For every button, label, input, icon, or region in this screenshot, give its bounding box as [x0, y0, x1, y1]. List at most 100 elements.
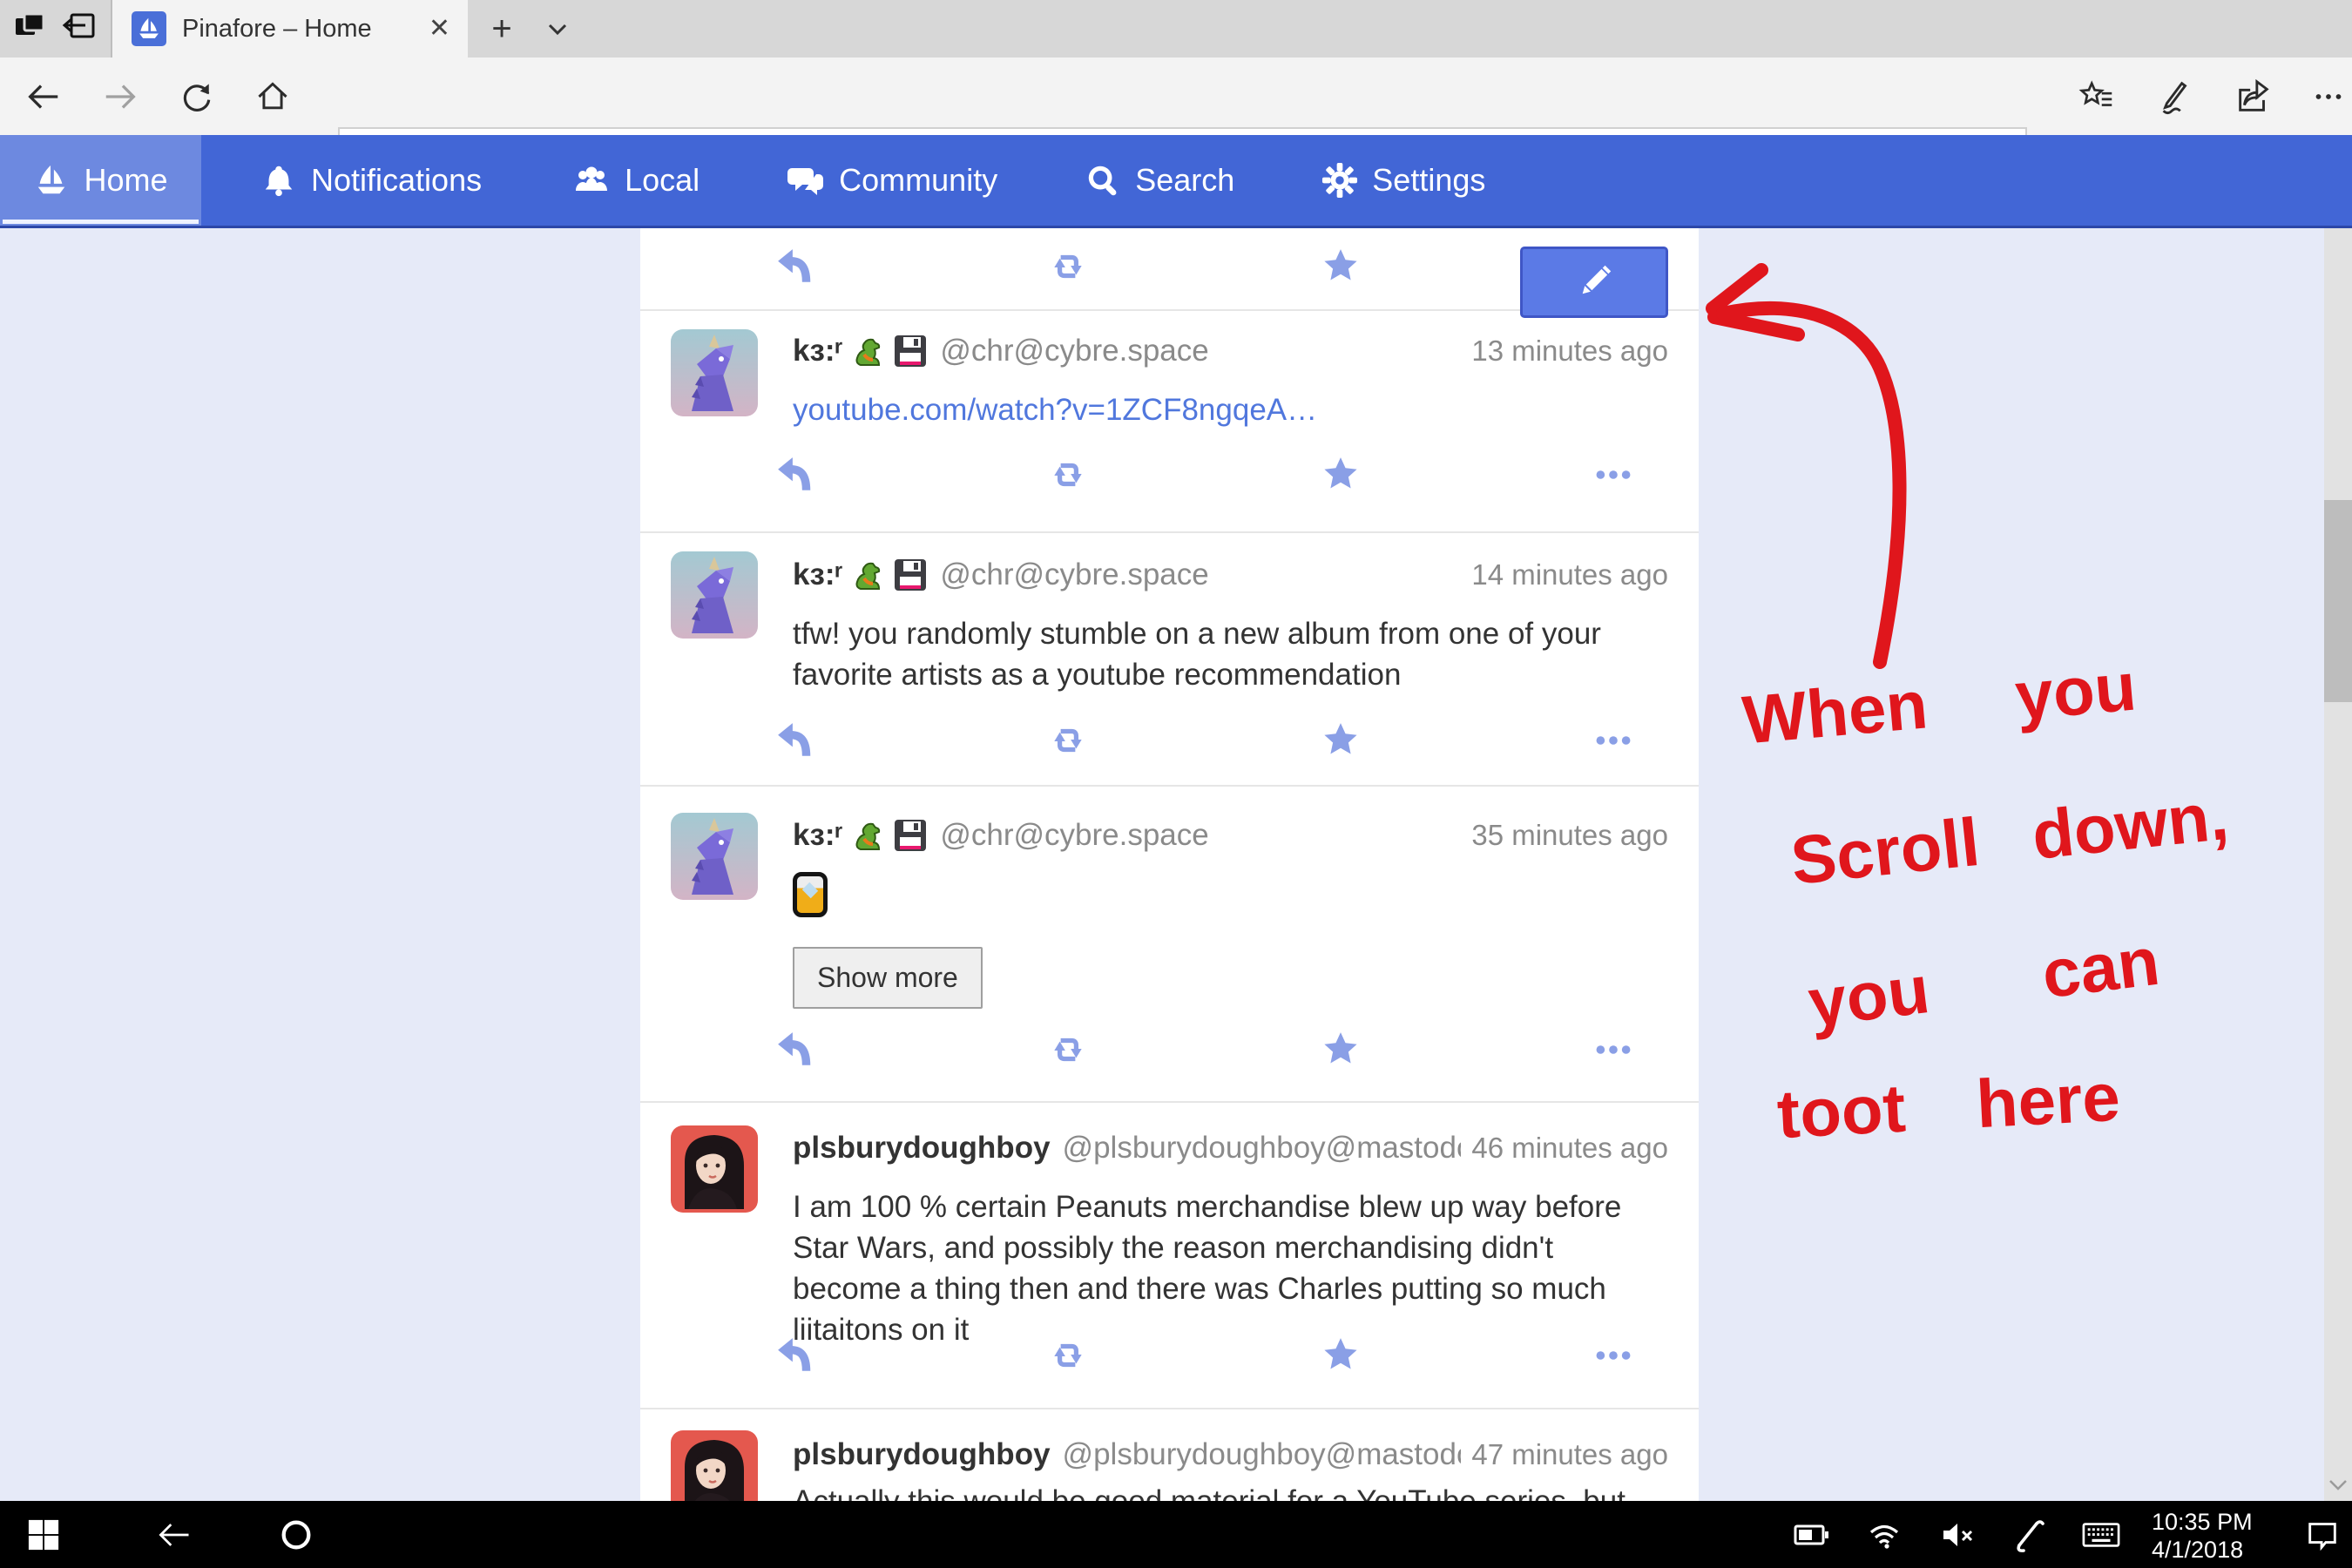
wifi-icon[interactable] [1866, 1516, 1904, 1554]
tab-close-icon[interactable]: ✕ [429, 16, 450, 42]
taskbar-pen-icon[interactable] [2011, 1516, 2049, 1554]
cortana-icon[interactable] [277, 1516, 315, 1554]
avatar[interactable] [671, 813, 758, 900]
pencil-icon [1574, 262, 1614, 302]
timeline-column: kз:ʳ @chr@cybre.space 13 minutes ago you… [640, 228, 1699, 1501]
search-icon [1085, 162, 1121, 199]
touch-keyboard-icon[interactable] [2082, 1516, 2120, 1554]
favorite-star-icon[interactable] [1321, 720, 1361, 760]
back-icon[interactable] [23, 77, 63, 117]
nav-home[interactable]: Home [0, 135, 201, 226]
reply-icon[interactable] [775, 1030, 815, 1070]
more-options-icon[interactable] [1593, 1335, 1633, 1375]
toot: kз:ʳ @chr@cybre.space 13 minutes ago you… [640, 311, 1699, 533]
battery-icon[interactable] [1793, 1516, 1831, 1554]
timestamp[interactable]: 35 minutes ago [1471, 819, 1668, 852]
favorite-star-icon[interactable] [1321, 1030, 1361, 1070]
scrollbar-down-icon[interactable] [2324, 1475, 2352, 1496]
scrollbar[interactable] [2324, 228, 2352, 1501]
browser-tab[interactable]: Pinafore – Home ✕ [112, 0, 468, 57]
nav-local[interactable]: Local [539, 135, 733, 226]
toot-link[interactable]: youtube.com/watch?v=1ZCF8ngqeA… [793, 393, 1317, 427]
dragon-emoji [850, 818, 885, 853]
dragon-emoji [850, 558, 885, 592]
pinafore-favicon-icon [132, 11, 166, 46]
annotation-line-3: you can [1804, 922, 2164, 1044]
windows-taskbar: 10:35 PM 4/1/2018 [0, 1501, 2352, 1568]
reply-icon[interactable] [775, 1335, 815, 1375]
boost-icon[interactable] [1048, 720, 1088, 760]
user-handle[interactable]: @plsburydoughboy@mastodon.s… [1063, 1437, 1462, 1472]
set-tabs-aside-icon[interactable] [61, 8, 99, 51]
share-icon[interactable] [2234, 77, 2274, 117]
boost-icon[interactable] [1048, 455, 1088, 495]
timestamp[interactable]: 13 minutes ago [1471, 335, 1668, 368]
boost-icon[interactable] [1048, 1030, 1088, 1070]
user-handle[interactable]: @plsburydoughboy@mastodon.s… [1063, 1131, 1462, 1166]
username[interactable]: plsburydoughboy [793, 1437, 1051, 1472]
compose-toot-button[interactable] [1520, 247, 1668, 318]
taskbar-clock[interactable]: 10:35 PM 4/1/2018 [2152, 1508, 2253, 1564]
tab-preview-icon[interactable] [11, 8, 50, 51]
toot: plsburydoughboy @plsburydoughboy@mastodo… [640, 1103, 1699, 1409]
user-handle[interactable]: @chr@cybre.space [940, 558, 1461, 592]
more-options-icon[interactable] [1593, 455, 1633, 495]
avatar[interactable] [671, 1125, 758, 1213]
boost-icon[interactable] [1048, 1335, 1088, 1375]
screen: Pinafore – Home ✕ + https://dev.pinafore… [0, 0, 2352, 1568]
avatar[interactable] [671, 551, 758, 639]
favorites-hub-icon[interactable] [2077, 77, 2117, 117]
reply-icon[interactable] [775, 247, 815, 287]
avatar[interactable] [671, 329, 758, 416]
settings-more-icon[interactable] [2308, 77, 2349, 117]
dragon-emoji [850, 334, 885, 368]
scrollbar-thumb[interactable] [2324, 500, 2352, 702]
browser-toolbar: https://dev.pinafore.social/ [0, 57, 2352, 135]
avatar[interactable] [671, 1430, 758, 1501]
start-button-icon[interactable] [24, 1516, 63, 1554]
reply-icon[interactable] [775, 720, 815, 760]
annotation-arrow [1699, 237, 2343, 725]
timestamp[interactable]: 47 minutes ago [1471, 1438, 1668, 1471]
more-options-icon[interactable] [1593, 720, 1633, 760]
timeline-page: kз:ʳ @chr@cybre.space 13 minutes ago you… [0, 228, 2352, 1501]
username[interactable]: kз:ʳ [793, 558, 842, 592]
nav-notifications[interactable]: Notifications [227, 135, 515, 226]
gear-icon [1321, 162, 1358, 199]
taskbar-back-icon[interactable] [155, 1516, 193, 1554]
annotation-line-4: toot here [1775, 1058, 2122, 1154]
web-note-pen-icon[interactable] [2155, 77, 2195, 117]
username[interactable]: plsburydoughboy [793, 1131, 1051, 1166]
home-icon[interactable] [253, 77, 293, 117]
favorite-star-icon[interactable] [1321, 247, 1361, 287]
show-more-button[interactable]: Show more [793, 947, 983, 1009]
nav-settings[interactable]: Settings [1288, 135, 1518, 226]
new-tab-icon[interactable]: + [477, 0, 526, 57]
username[interactable]: kз:ʳ [793, 818, 842, 853]
action-center-icon[interactable] [2303, 1516, 2342, 1554]
favorite-star-icon[interactable] [1321, 1335, 1361, 1375]
forward-icon[interactable] [101, 77, 141, 117]
boost-icon[interactable] [1048, 247, 1088, 287]
people-icon [572, 161, 611, 199]
user-handle[interactable]: @chr@cybre.space [940, 818, 1461, 853]
refresh-icon[interactable] [177, 77, 217, 117]
pinafore-nav: Home Notifications Local Community Searc… [0, 135, 2352, 228]
more-options-icon[interactable] [1593, 1030, 1633, 1070]
nav-community[interactable]: Community [754, 135, 1031, 226]
annotation-line-2: Scroll down, [1788, 776, 2232, 901]
timestamp[interactable]: 46 minutes ago [1471, 1132, 1668, 1165]
reply-icon[interactable] [775, 455, 815, 495]
timestamp[interactable]: 14 minutes ago [1471, 558, 1668, 591]
volume-muted-icon[interactable] [1939, 1516, 1977, 1554]
floppy-disk-emoji [893, 334, 928, 368]
tab-list-chevron-icon[interactable] [533, 0, 582, 57]
username[interactable]: kз:ʳ [793, 334, 842, 368]
favorite-star-icon[interactable] [1321, 455, 1361, 495]
clock-time: 10:35 PM [2152, 1508, 2253, 1536]
toot: kз:ʳ @chr@cybre.space 35 minutes ago Sho… [640, 787, 1699, 1103]
user-handle[interactable]: @chr@cybre.space [940, 334, 1461, 368]
toot-text: I am 100 % certain Peanuts merchandise b… [793, 1186, 1655, 1350]
nav-search[interactable]: Search [1051, 135, 1267, 226]
tumbler-glass-emoji [793, 872, 828, 917]
